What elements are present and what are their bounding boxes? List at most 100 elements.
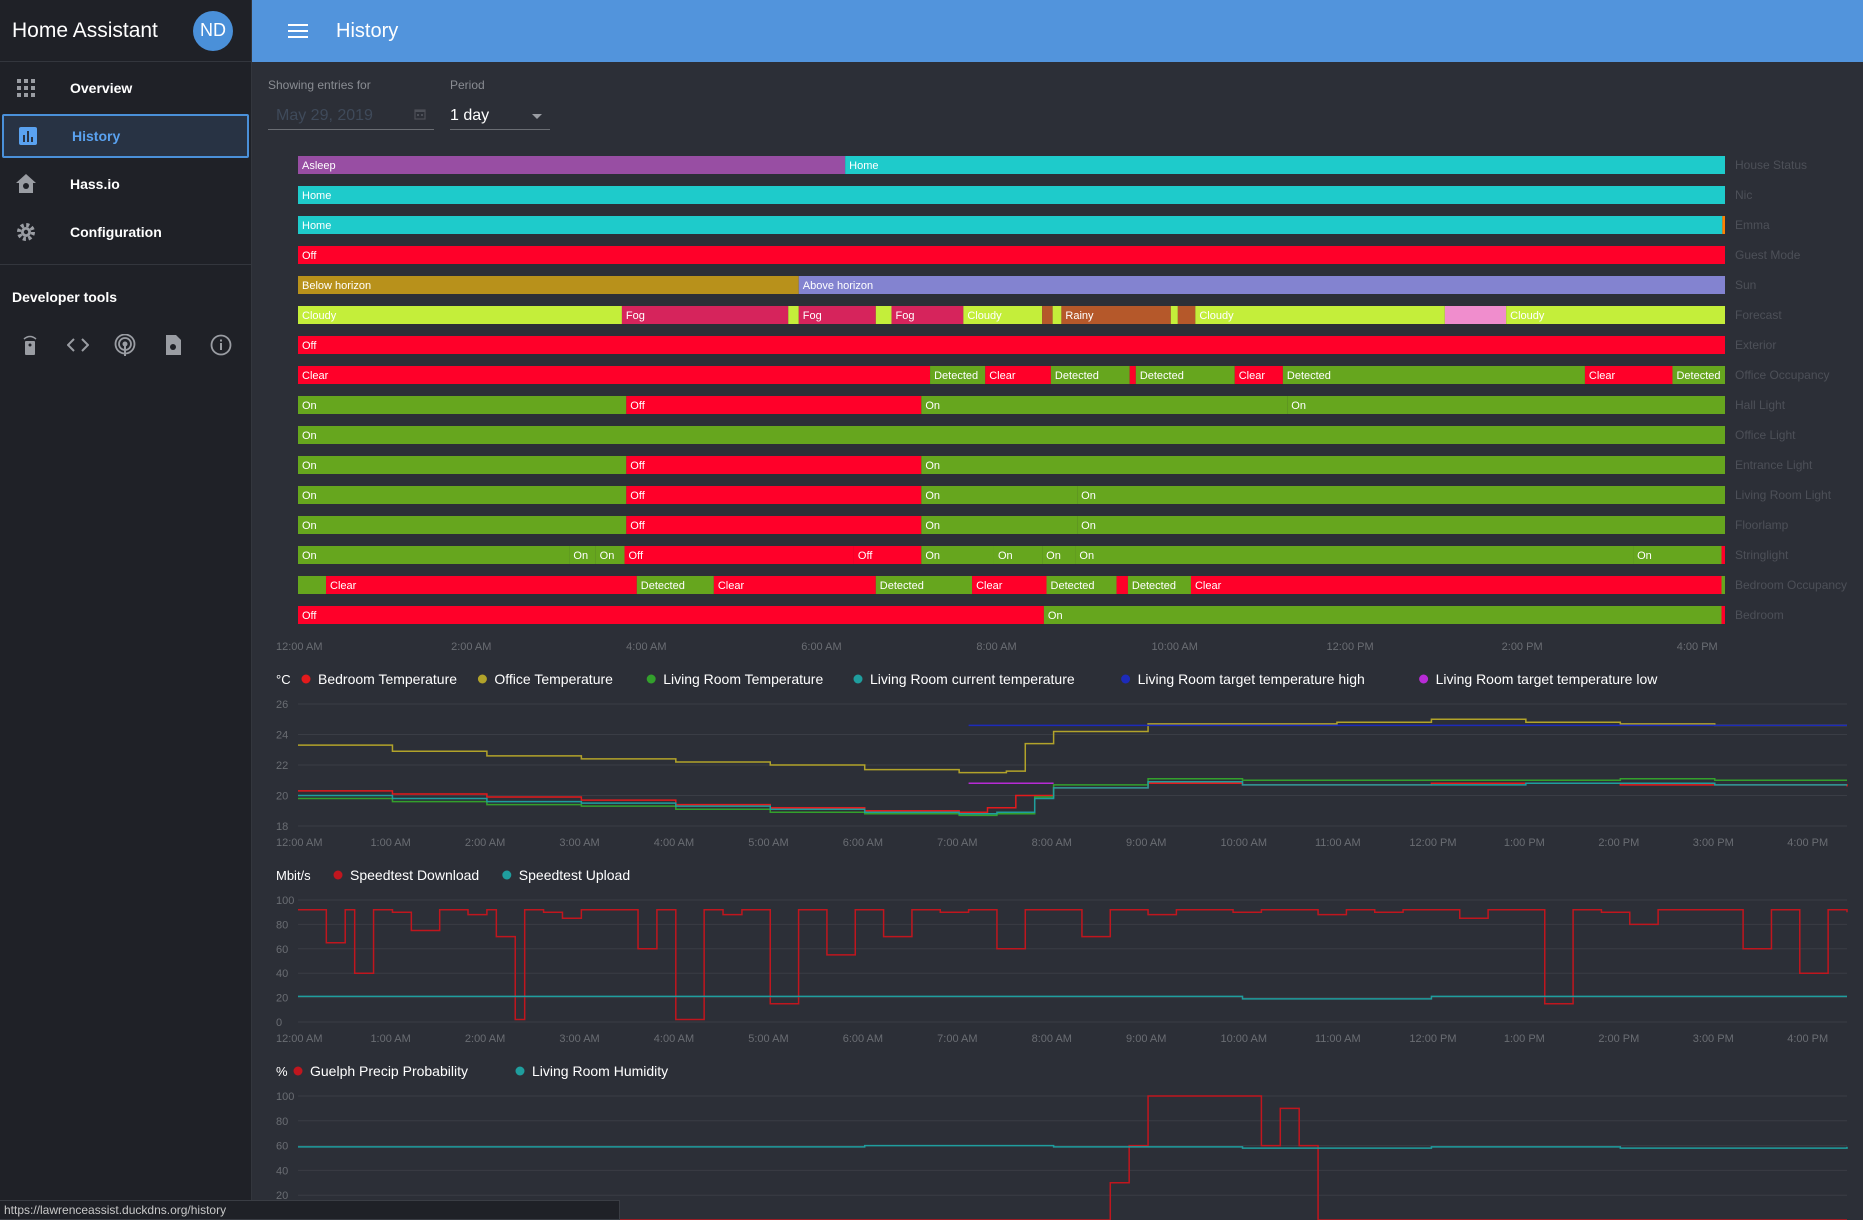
x-tick-label: 2:00 AM (465, 837, 505, 849)
timeline-segment (1190, 576, 1722, 594)
timeline-segment-label: On (1291, 400, 1306, 412)
period-select[interactable]: Period 1 day (450, 78, 550, 130)
calendar-icon[interactable] (414, 107, 426, 125)
timeline-segment (326, 576, 637, 594)
timeline-segment-label: On (302, 490, 317, 502)
timeline-row: On Off On On Hall Light (298, 396, 1786, 414)
timeline-segment-label: Below horizon (302, 280, 371, 292)
timeline-segment-label: On (998, 550, 1013, 562)
timeline-segment-label: Off (630, 460, 645, 472)
chart-icon (16, 124, 40, 148)
sidebar-item-configuration[interactable]: Configuration (2, 210, 249, 254)
legend-marker (646, 674, 656, 684)
timeline-segment-label: Off (302, 250, 317, 262)
info-icon[interactable] (197, 327, 245, 363)
timeline-row: Clear Detected Clear Detected Detected Clear D… (298, 366, 1830, 384)
legend-marker (1121, 674, 1131, 684)
sidebar-item-history[interactable]: History (2, 114, 249, 158)
x-tick-label: 12:00 AM (276, 837, 322, 849)
x-tick-label: 8:00 AM (1032, 837, 1072, 849)
timeline-segment (1075, 546, 1634, 564)
date-picker-label: Showing entries for (268, 78, 371, 92)
y-tick-label: 60 (276, 944, 288, 956)
page-title: History (336, 19, 399, 42)
developer-tools-title: Developer tools (12, 289, 118, 305)
sidebar-item-overview[interactable]: Overview (2, 66, 249, 110)
timeline-row-label: Living Room Light (1735, 488, 1832, 502)
timeline-segment (1177, 306, 1196, 324)
timeline-row-label: Stringlight (1735, 548, 1789, 562)
chart-unit-label: % (276, 1064, 288, 1079)
x-tick-label: 1:00 AM (370, 837, 410, 849)
y-tick-label: 100 (276, 895, 294, 907)
timeline-segment-label: On (600, 550, 615, 562)
code-icon[interactable] (54, 327, 102, 363)
timeline-segment-label: Off (629, 550, 644, 562)
timeline-tick-label: 2:00 AM (451, 641, 491, 653)
y-tick-label: 80 (276, 919, 288, 931)
timeline-tick-label: 4:00 AM (626, 641, 666, 653)
timeline-row-label: House Status (1735, 158, 1807, 172)
timeline-segment (298, 456, 627, 474)
timeline-row: On Off On On Floorlamp (298, 516, 1789, 534)
timeline-segment-label: Home (302, 190, 331, 202)
x-tick-label: 11:00 AM (1315, 1033, 1361, 1045)
developer-tools-row (0, 315, 251, 375)
timeline-segment-label: Off (302, 340, 317, 352)
sidebar-item-label: Hass.io (70, 176, 120, 192)
chevron-down-icon (532, 107, 542, 125)
app-title: Home Assistant (12, 18, 158, 42)
legend-label: Living Room target temperature high (1138, 671, 1365, 687)
date-input[interactable]: May 29, 2019 (268, 102, 434, 130)
chart-unit-label: Mbit/s (276, 868, 311, 883)
timeline-segment (921, 396, 1288, 414)
timeline-segment (298, 576, 327, 594)
timeline-segment-label: Clear (1239, 370, 1266, 382)
timeline-segment-label: On (573, 550, 588, 562)
timeline-segment-label: Clear (302, 370, 329, 382)
remote-icon[interactable] (6, 327, 54, 363)
legend-marker (502, 870, 512, 880)
line-chart: °C Bedroom Temperature Office Temperature L… (276, 671, 1848, 849)
sidebar-item-label: Configuration (70, 224, 162, 240)
x-tick-label: 2:00 AM (465, 1033, 505, 1045)
line-chart: Mbit/s Speedtest Download Speedtest Upload… (276, 867, 1848, 1045)
timeline-row: Off Guest Mode (298, 246, 1801, 264)
state-timeline: Asleep Home House Status Home Nic Home Emma Off… (276, 156, 1847, 653)
timeline-segment-label: Off (858, 550, 873, 562)
timeline-segment-label: Detected (641, 580, 685, 592)
timeline-row-label: Bedroom Occupancy (1735, 578, 1847, 592)
legend-label: Guelph Precip Probability (310, 1063, 468, 1079)
legend-label: Office Temperature (494, 671, 613, 687)
timeline-tick-label: 2:00 PM (1502, 641, 1543, 653)
series-line (298, 781, 1847, 815)
x-tick-label: 7:00 AM (937, 1033, 977, 1045)
menu-icon[interactable] (274, 7, 322, 55)
timeline-tick-label: 12:00 PM (1327, 641, 1374, 653)
x-tick-label: 12:00 PM (1409, 837, 1456, 849)
timeline-tick-label: 10:00 AM (1151, 641, 1197, 653)
broadcast-icon[interactable] (102, 327, 150, 363)
x-tick-label: 2:00 PM (1598, 1033, 1639, 1045)
sidebar-item-hassio[interactable]: Hass.io (2, 162, 249, 206)
timeline-segment (298, 546, 570, 564)
timeline-segment-label: Detected (1676, 370, 1720, 382)
avatar[interactable]: ND (193, 10, 233, 51)
timeline-segment-label: On (302, 430, 317, 442)
file-icon[interactable] (149, 327, 197, 363)
history-filters: Showing entries for May 29, 2019 Period … (268, 78, 550, 130)
legend-label: Living Room Humidity (532, 1063, 668, 1079)
x-tick-label: 1:00 PM (1504, 837, 1545, 849)
timeline-segment-label: Detected (1140, 370, 1184, 382)
y-tick-label: 18 (276, 821, 288, 833)
timeline-segment-label: Off (630, 520, 645, 532)
timeline-segment-label: On (1081, 520, 1096, 532)
legend-label: Speedtest Download (350, 867, 479, 883)
timeline-segment-label: On (1048, 610, 1063, 622)
sidebar-item-label: History (72, 128, 121, 144)
date-picker[interactable]: Showing entries for May 29, 2019 (268, 78, 434, 130)
timeline-segment-label: Fog (896, 310, 915, 322)
top-app-bar: History (252, 0, 1863, 62)
timeline-axis: 12:00 AM 2:00 AM 4:00 AM 6:00 AM 8:00 AM 10:0… (276, 641, 1718, 653)
period-dropdown[interactable]: 1 day (450, 102, 550, 130)
